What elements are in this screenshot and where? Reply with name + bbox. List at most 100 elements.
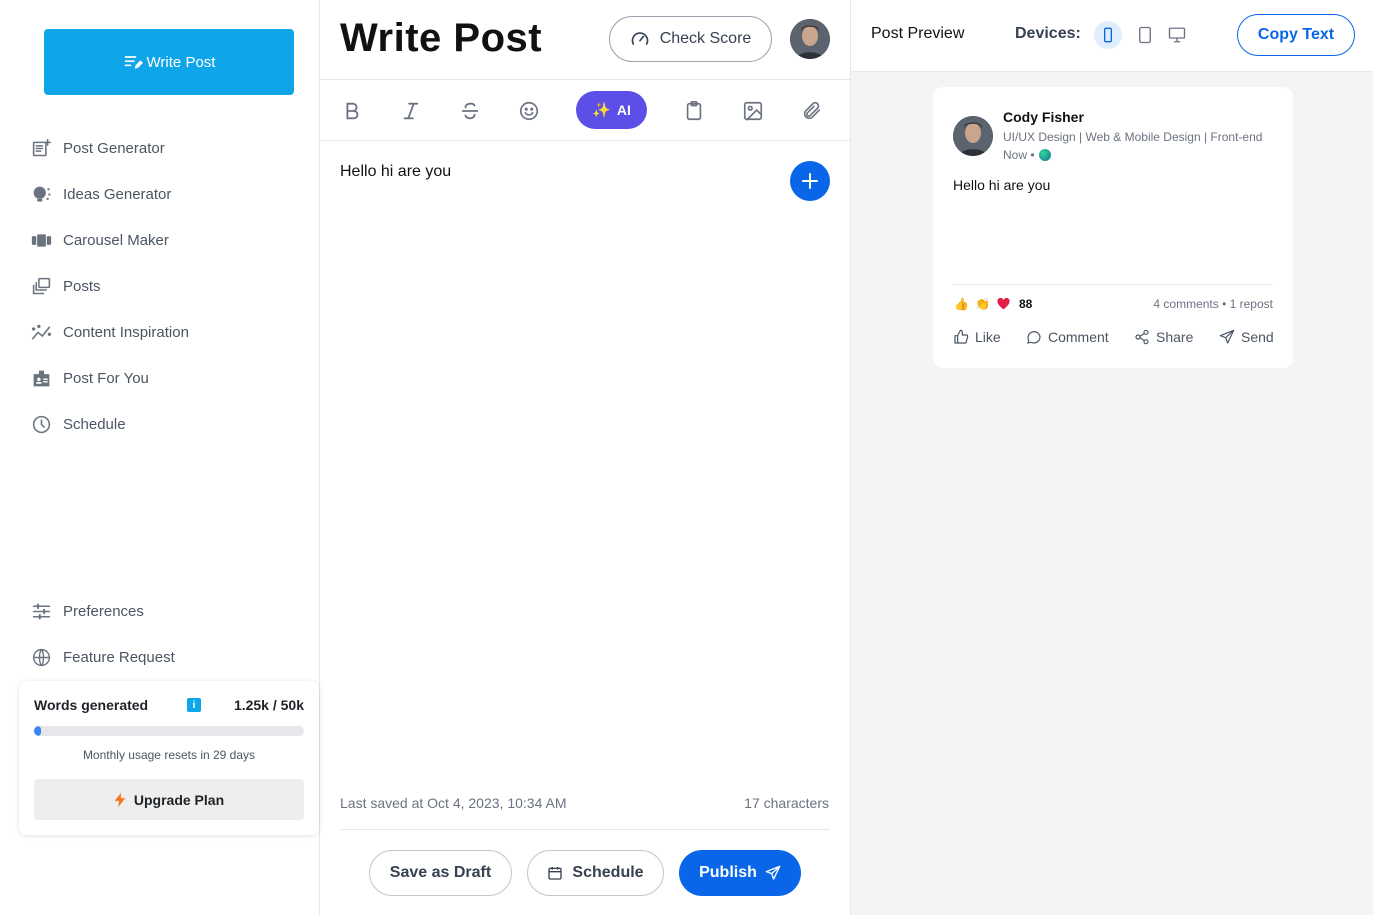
comment-action[interactable]: Comment [1026,329,1109,345]
post-stats: 4 comments • 1 repost [1153,297,1273,311]
like-action[interactable]: Like [953,329,1001,345]
check-score-label: Check Score [659,30,752,47]
usage-progress-bar [34,726,304,736]
add-button[interactable] [790,161,830,201]
formatting-toolbar: ✨ AI [320,80,851,141]
id-card-icon [30,367,52,389]
write-post-button[interactable]: Write Post [44,29,294,95]
calendar-icon [548,867,563,880]
sidebar-item-label: Ideas Generator [63,185,172,203]
send-icon [765,865,781,880]
desktop-device-icon[interactable] [1163,21,1191,49]
app-root: Write Post Post Generator Ideas Generato… [0,0,1373,915]
usage-reset-text: Monthly usage resets in 29 days [82,748,256,762]
attachment-icon[interactable] [799,98,825,124]
share-icon [1135,329,1149,345]
character-count: 17 characters [744,795,829,811]
sidebar-item-label: Content Inspiration [63,323,189,341]
strikethrough-icon[interactable] [457,98,483,124]
last-saved-text: Last saved at Oct 4, 2023, 10:34 AM [340,795,567,811]
post-time: Now • [1003,148,1051,162]
preview-header: Post Preview Devices: Copy Text [851,0,1373,72]
sidebar-item-label: Post For You [63,369,149,387]
usage-card: Words generated i 1.25k / 50k Monthly us… [19,681,319,835]
trend-icon [30,321,52,343]
copy-text-label: Copy Text [1257,26,1335,43]
sidebar-item-label: Feature Request [63,648,175,666]
share-action[interactable]: Share [1134,329,1193,345]
preview-title: Post Preview [871,25,965,42]
thumbs-up-reaction-icon: 👍 [954,297,969,311]
page-title: Write Post [340,16,543,60]
sidebar-item-label: Preferences [63,602,144,620]
devices-label: Devices: [1015,25,1081,42]
lightbulb-icon [30,183,52,205]
share-label: Share [1156,329,1194,345]
bold-icon[interactable] [339,98,365,124]
globe-icon [30,646,52,668]
ai-button[interactable]: ✨ AI [576,91,647,129]
comment-label: Comment [1048,329,1109,345]
sidebar: Write Post Post Generator Ideas Generato… [0,0,320,915]
write-post-label: Write Post [146,53,216,71]
usage-progress-fill [34,726,41,736]
author-headline: UI/UX Design | Web & Mobile Design | Fro… [1003,130,1263,144]
sidebar-item-label: Posts [63,277,101,295]
sidebar-item-label: Carousel Maker [63,231,169,249]
preview-panel: Post Preview Devices: Copy Text Cody Fis… [851,0,1373,915]
save-draft-button[interactable]: Save as Draft [369,850,512,896]
upgrade-plan-label: Upgrade Plan [133,791,225,808]
sidebar-item-content-inspiration[interactable]: Content Inspiration [30,319,189,345]
post-preview-card: Cody Fisher UI/UX Design | Web & Mobile … [933,87,1293,368]
reactions: 👍 👏 88 [953,296,1032,312]
like-label: Like [975,329,1001,345]
sidebar-item-ideas-generator[interactable]: Ideas Generator [30,181,171,207]
write-icon [124,56,143,69]
plus-icon [802,173,818,189]
posts-icon [30,275,52,297]
sidebar-item-post-for-you[interactable]: Post For You [30,365,149,391]
author-name: Cody Fisher [1003,109,1084,125]
sidebar-item-feature-request[interactable]: Feature Request [30,644,175,670]
post-generator-icon [30,137,52,159]
bolt-icon [114,792,126,807]
schedule-button[interactable]: Schedule [527,850,664,896]
info-icon[interactable]: i [187,698,201,712]
clap-reaction-icon: 👏 [975,297,990,311]
tablet-device-icon[interactable] [1131,21,1159,49]
italic-icon[interactable] [398,98,424,124]
sparkle-icon: ✨ [592,102,611,119]
usage-count: 1.25k / 50k [233,697,304,713]
check-score-button[interactable]: Check Score [609,16,772,62]
sidebar-item-preferences[interactable]: Preferences [30,598,144,624]
sidebar-item-label: Schedule [63,415,126,433]
send-icon [1219,329,1235,344]
copy-text-button[interactable]: Copy Text [1237,14,1355,56]
thumbs-up-icon [954,329,969,344]
sidebar-item-post-generator[interactable]: Post Generator [30,135,165,161]
sidebar-item-schedule[interactable]: Schedule [30,411,126,437]
post-content-editor[interactable]: Hello hi are you [340,163,451,181]
image-icon[interactable] [740,98,766,124]
schedule-label: Schedule [572,864,644,881]
mobile-device-icon[interactable] [1094,21,1122,49]
emoji-icon[interactable] [516,98,542,124]
upgrade-plan-button[interactable]: Upgrade Plan [34,779,304,820]
clipboard-icon[interactable] [681,98,707,124]
sidebar-item-posts[interactable]: Posts [30,273,101,299]
divider [953,284,1273,285]
reaction-count: 88 [1019,297,1033,311]
publish-button[interactable]: Publish [679,850,801,896]
sidebar-item-carousel-maker[interactable]: Carousel Maker [30,227,169,253]
usage-title: Words generated [34,697,149,713]
avatar[interactable] [790,19,830,59]
carousel-icon [30,229,52,251]
globe-icon [1038,149,1051,161]
sliders-icon [30,600,52,622]
editor-header: Write Post Check Score [320,0,851,80]
send-action[interactable]: Send [1219,329,1274,345]
comment-icon [1027,331,1041,344]
editor-panel: Write Post Check Score ✨ AI Hello hi are… [320,0,851,915]
save-draft-label: Save as Draft [389,864,492,881]
send-label: Send [1241,329,1274,345]
